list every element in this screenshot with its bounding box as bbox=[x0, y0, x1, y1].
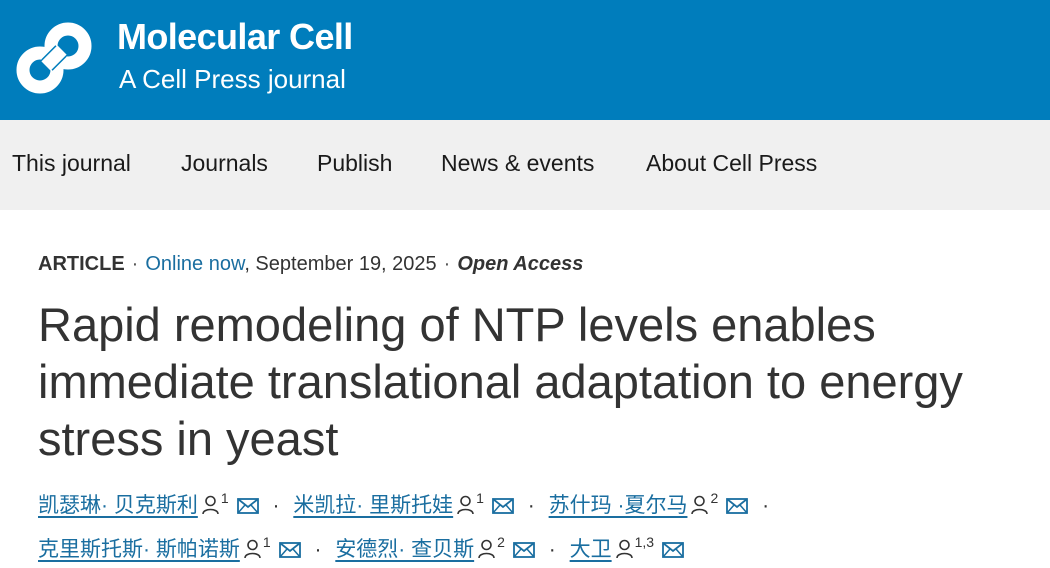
author-item: 凯瑟琳· 贝克斯利 1 bbox=[38, 490, 264, 517]
affiliation-number[interactable]: 2 bbox=[710, 490, 718, 506]
nav-this-journal[interactable]: This journal bbox=[12, 150, 131, 177]
journal-tagline: A Cell Press journal bbox=[119, 64, 346, 94]
author-separator: · bbox=[527, 494, 535, 517]
author-item: 苏什玛 ·夏尔马 2 bbox=[543, 490, 754, 517]
article-meta: ARTICLE · Online now, September 19, 2025 · O… bbox=[38, 253, 583, 276]
nav-publish[interactable]: Publish bbox=[317, 150, 392, 177]
author-separator: · bbox=[314, 538, 322, 561]
nav-news-events[interactable]: News & events bbox=[441, 150, 594, 177]
site-header: Molecular Cell A Cell Press journal bbox=[0, 0, 1050, 120]
mail-icon[interactable] bbox=[726, 497, 749, 515]
main-navigation: This journal Journals Publish News & eve… bbox=[0, 120, 1050, 210]
author-name[interactable]: 克里斯托斯· 斯帕诺斯 bbox=[38, 538, 240, 561]
author-separator: · bbox=[548, 538, 556, 561]
affiliation-number[interactable]: 1 bbox=[263, 534, 271, 550]
person-icon bbox=[244, 539, 261, 559]
person-icon bbox=[202, 495, 219, 515]
author-name[interactable]: 凯瑟琳· 贝克斯利 bbox=[38, 494, 198, 517]
article-type: ARTICLE bbox=[38, 253, 125, 275]
meta-separator: · bbox=[443, 253, 451, 275]
affiliation-number[interactable]: 1,3 bbox=[635, 534, 654, 550]
author-item: 安德烈· 查贝斯 2 bbox=[329, 534, 540, 561]
author-name[interactable]: 安德烈· 查贝斯 bbox=[335, 538, 474, 561]
mail-icon[interactable] bbox=[236, 497, 259, 515]
mail-icon[interactable] bbox=[662, 541, 684, 559]
nav-about-cell-press[interactable]: About Cell Press bbox=[646, 150, 817, 177]
mail-icon[interactable] bbox=[492, 497, 514, 515]
person-icon bbox=[615, 539, 633, 559]
affiliation-number[interactable]: 1 bbox=[221, 490, 229, 506]
author-item: 大卫 1,3 bbox=[564, 534, 684, 561]
person-icon bbox=[457, 495, 474, 515]
person-icon bbox=[478, 539, 495, 559]
author-separator: · bbox=[762, 494, 770, 517]
article-title: Rapid remodeling of NTP levels enables i… bbox=[38, 298, 963, 465]
affiliation-number[interactable]: 1 bbox=[476, 490, 484, 506]
journal-name[interactable]: Molecular Cell bbox=[117, 16, 353, 58]
meta-separator: · bbox=[131, 253, 139, 275]
author-item: 克里斯托斯· 斯帕诺斯 1 bbox=[38, 534, 306, 561]
author-name[interactable]: 大卫 bbox=[570, 538, 612, 561]
open-access-label: Open Access bbox=[457, 253, 584, 275]
affiliation-number[interactable]: 2 bbox=[497, 534, 505, 550]
cell-press-logo-icon[interactable] bbox=[10, 14, 98, 102]
author-list: 凯瑟琳· 贝克斯利 1 · 米凯拉· 里斯托娃 1 · 苏什玛 ·夏尔马 2 · 克里… bbox=[38, 480, 1038, 568]
mail-icon[interactable] bbox=[278, 541, 301, 559]
nav-journals[interactable]: Journals bbox=[181, 150, 268, 177]
author-name[interactable]: 苏什玛 ·夏尔马 bbox=[549, 494, 688, 517]
online-status: Online now bbox=[145, 253, 245, 275]
person-icon bbox=[691, 495, 709, 515]
author-name[interactable]: 米凯拉· 里斯托娃 bbox=[293, 494, 453, 517]
author-item: 米凯拉· 里斯托娃 1 bbox=[287, 490, 519, 517]
author-separator: · bbox=[272, 494, 280, 517]
mail-icon[interactable] bbox=[513, 541, 535, 559]
publication-date: , September 19, 2025 bbox=[244, 253, 437, 275]
